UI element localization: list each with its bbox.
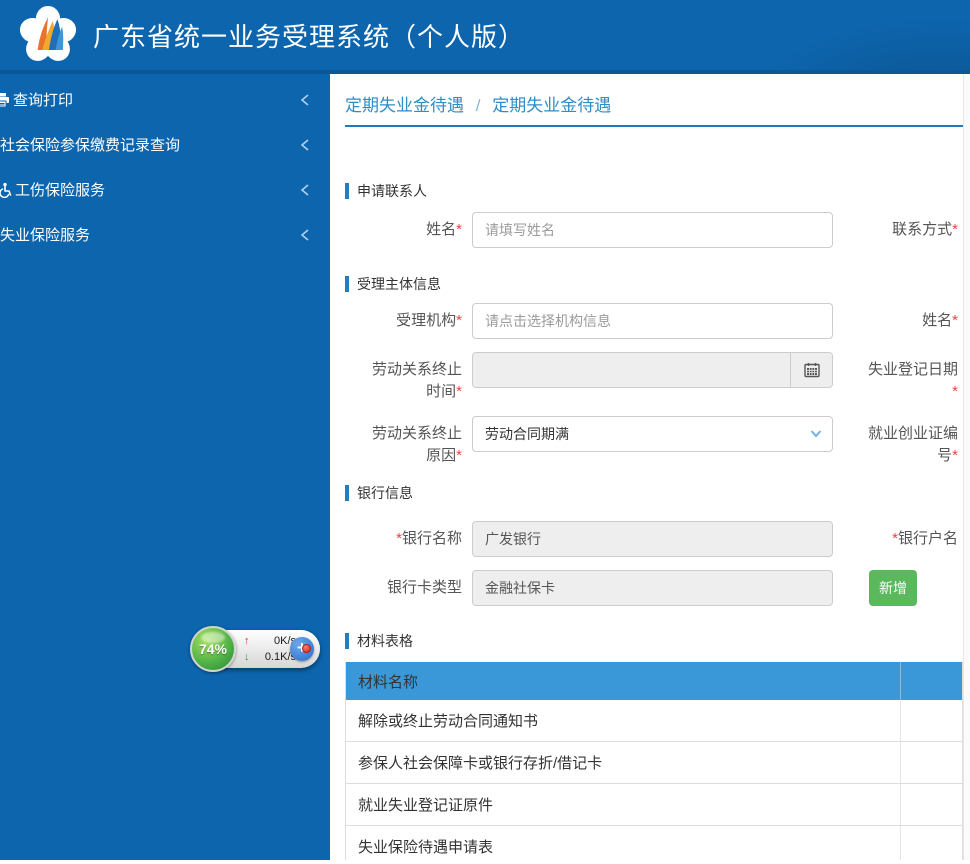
name-label: 姓名* bbox=[426, 221, 462, 238]
section-title-bank: 银行信息 bbox=[345, 483, 963, 503]
section-label: 材料表格 bbox=[357, 633, 413, 649]
breadcrumb-separator: / bbox=[475, 96, 481, 115]
sidebar-item-label: 查询打印 bbox=[13, 92, 74, 109]
form-row-agency: 受理机构* 姓名* bbox=[345, 303, 963, 339]
form-row-termination-reason: 劳动关系终止 原因* 劳动合同期满 就业创业证编 号* bbox=[345, 416, 963, 467]
table-row: 参保人社会保障卡或银行存折/借记卡 bbox=[346, 742, 962, 784]
chevron-left-icon bbox=[300, 138, 309, 151]
sidebar-item-work-injury-insurance[interactable]: 工伤保险服务 bbox=[0, 167, 330, 212]
required-marker: * bbox=[456, 221, 462, 238]
required-marker: * bbox=[952, 447, 958, 464]
breadcrumb-current-link[interactable]: 定期失业金待遇 bbox=[492, 96, 611, 115]
section-label: 申请联系人 bbox=[357, 183, 427, 199]
table-row: 解除或终止劳动合同通知书 bbox=[346, 700, 962, 742]
agency-label: 受理机构* bbox=[396, 312, 462, 329]
employment-cert-no-label: 就业创业证编 号* bbox=[867, 425, 958, 464]
material-name-cell: 就业失业登记证原件 bbox=[346, 784, 901, 825]
app-title: 广东省统一业务受理系统（个人版） bbox=[93, 21, 526, 52]
sidebar-item-social-insurance-records[interactable]: 社会保险参保缴费记录查询 bbox=[0, 122, 330, 167]
materials-table-header: 材料名称 bbox=[346, 662, 962, 700]
progress-percent-badge[interactable]: 74% bbox=[190, 626, 236, 672]
section-title-subject: 受理主体信息 bbox=[345, 274, 963, 294]
bank-name-input[interactable] bbox=[472, 521, 833, 557]
wheelchair-icon bbox=[0, 182, 12, 198]
section-bar bbox=[345, 633, 349, 649]
form-row-bank-card-type: 银行卡类型 新增 bbox=[345, 570, 963, 606]
material-name-cell: 解除或终止劳动合同通知书 bbox=[346, 700, 901, 741]
required-marker: * bbox=[952, 312, 958, 329]
calendar-icon bbox=[803, 363, 820, 378]
required-marker: * bbox=[456, 447, 462, 464]
add-bank-card-button[interactable]: 新增 bbox=[869, 570, 917, 606]
kapok-flower-logo-icon bbox=[19, 5, 77, 61]
section-bar bbox=[345, 276, 349, 292]
unemployment-reg-date-label: 失业登记日期 * bbox=[867, 361, 958, 400]
materials-table: 材料名称 解除或终止劳动合同通知书 参保人社会保障卡或银行存折/借记卡 就业失业… bbox=[345, 662, 963, 860]
materials-action-column-header bbox=[901, 662, 962, 700]
section-label: 受理主体信息 bbox=[357, 276, 441, 292]
section-title-contact: 申请联系人 bbox=[345, 181, 963, 201]
up-arrow-icon: ↑ bbox=[244, 635, 250, 647]
name2-label: 姓名* bbox=[922, 312, 958, 329]
material-action-cell bbox=[901, 784, 962, 825]
required-marker: * bbox=[456, 312, 462, 329]
breadcrumb-parent-link[interactable]: 定期失业金待遇 bbox=[345, 96, 464, 115]
main-content: 定期失业金待遇 / 定期失业金待遇 申请联系人 姓名* 联系方式* 受理主体信息 bbox=[330, 74, 970, 860]
material-action-cell bbox=[901, 742, 962, 783]
page-body: 查询打印 社会保险参保缴费记录查询 工伤保险服务 失业保险服务 定期失业金待遇 … bbox=[0, 74, 970, 860]
agency-input[interactable] bbox=[472, 303, 833, 339]
section-bar bbox=[345, 183, 349, 199]
contact-method-label: 联系方式* bbox=[892, 221, 958, 238]
sidebar-item-query-print[interactable]: 查询打印 bbox=[0, 77, 330, 122]
table-row: 失业保险待遇申请表 bbox=[346, 826, 962, 860]
material-action-cell bbox=[901, 700, 962, 741]
termination-reason-select[interactable]: 劳动合同期满 bbox=[472, 416, 833, 452]
speed-readout: ↑ 0K/s ↓ 0.1K/s bbox=[244, 633, 296, 665]
material-name-cell: 参保人社会保障卡或银行存折/借记卡 bbox=[346, 742, 901, 783]
termination-time-input-group bbox=[472, 352, 833, 388]
printer-icon bbox=[0, 92, 9, 107]
section-title-materials: 材料表格 bbox=[345, 631, 963, 651]
selected-option-label: 劳动合同期满 bbox=[485, 426, 569, 442]
termination-reason-label: 劳动关系终止 原因* bbox=[371, 425, 462, 464]
notification-dot bbox=[302, 644, 311, 653]
chevron-left-icon bbox=[300, 228, 309, 241]
app-header: 广东省统一业务受理系统（个人版） bbox=[0, 0, 970, 74]
required-marker: * bbox=[952, 221, 958, 238]
sidebar-item-label: 工伤保险服务 bbox=[15, 182, 106, 199]
chevron-down-icon bbox=[810, 430, 822, 438]
download-speed-widget: ↑ 0K/s ↓ 0.1K/s + 74% bbox=[190, 626, 320, 672]
name-input[interactable] bbox=[472, 212, 833, 248]
bank-account-name-label: *银行户名 bbox=[892, 530, 958, 547]
termination-time-label: 劳动关系终止 时间* bbox=[371, 361, 462, 400]
sidebar-nav: 查询打印 社会保险参保缴费记录查询 工伤保险服务 失业保险服务 bbox=[0, 74, 330, 860]
bank-card-type-label: 银行卡类型 bbox=[386, 579, 462, 596]
required-marker: * bbox=[456, 383, 462, 400]
form-row-name: 姓名* 联系方式* bbox=[345, 212, 963, 248]
materials-name-column-header: 材料名称 bbox=[346, 662, 901, 700]
chevron-left-icon bbox=[300, 93, 309, 106]
termination-time-input[interactable] bbox=[473, 353, 790, 387]
bank-name-label: *银行名称 bbox=[396, 530, 462, 547]
date-picker-button[interactable] bbox=[790, 353, 832, 387]
bank-card-type-input[interactable] bbox=[472, 570, 833, 606]
add-download-button[interactable]: + bbox=[290, 637, 314, 661]
material-action-cell bbox=[901, 826, 962, 860]
sidebar-item-unemployment-insurance[interactable]: 失业保险服务 bbox=[0, 212, 330, 257]
form-row-bank-name: *银行名称 *银行户名 bbox=[345, 521, 963, 557]
required-marker: * bbox=[952, 383, 958, 400]
material-name-cell: 失业保险待遇申请表 bbox=[346, 826, 901, 860]
sidebar-item-label: 社会保险参保缴费记录查询 bbox=[0, 137, 181, 154]
breadcrumb: 定期失业金待遇 / 定期失业金待遇 bbox=[345, 74, 963, 127]
down-arrow-icon: ↓ bbox=[244, 651, 250, 663]
chevron-left-icon bbox=[300, 183, 309, 196]
table-row: 就业失业登记证原件 bbox=[346, 784, 962, 826]
form-row-termination-time: 劳动关系终止 时间* 失业登记日期 * bbox=[345, 352, 963, 403]
vertical-scrollbar[interactable] bbox=[963, 74, 970, 860]
section-label: 银行信息 bbox=[357, 485, 413, 501]
section-bar bbox=[345, 485, 349, 501]
sidebar-item-label: 失业保险服务 bbox=[0, 227, 91, 244]
